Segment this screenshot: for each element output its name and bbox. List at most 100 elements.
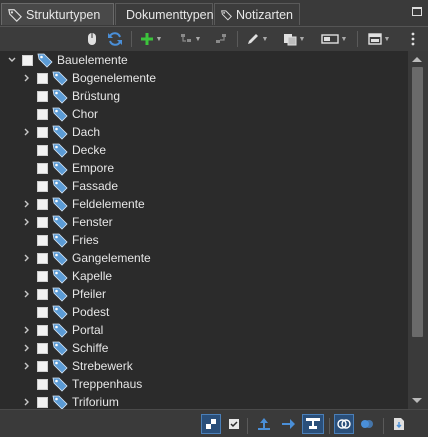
vertical-scrollbar[interactable]	[408, 51, 428, 409]
chevron-right-icon[interactable]	[21, 357, 33, 375]
checkbox[interactable]	[37, 216, 48, 228]
unlink-button[interactable]	[357, 414, 377, 434]
chevron-right-icon[interactable]	[21, 123, 33, 141]
toolbar-separator	[357, 31, 358, 47]
tree-item[interactable]: Treppenhaus	[21, 375, 142, 393]
tree-item-label: Schiffe	[72, 341, 109, 355]
tree-item[interactable]: Strebewerk	[21, 357, 133, 375]
tree-item-label: Fassade	[72, 179, 119, 193]
check-button[interactable]	[226, 414, 242, 434]
chevron-down-icon[interactable]	[6, 51, 18, 69]
chevron-right-icon[interactable]	[21, 339, 33, 357]
checkbox[interactable]	[37, 342, 48, 354]
tree-item-label: Portal	[72, 323, 104, 337]
sync-status-button[interactable]	[84, 29, 100, 49]
move-down-icon	[180, 34, 191, 42]
dropdown-arrow-icon: ▼	[261, 35, 269, 43]
checkbox[interactable]	[37, 306, 48, 318]
tree-item[interactable]: Brüstung	[21, 87, 120, 105]
tree-item[interactable]: Podest	[21, 303, 109, 321]
chevron-right-icon[interactable]	[21, 285, 33, 303]
chevron-right-icon[interactable]	[21, 249, 33, 267]
tag-icon	[52, 377, 68, 392]
checkbox[interactable]	[37, 108, 48, 120]
checkbox[interactable]	[37, 396, 48, 408]
hierarchy-button[interactable]	[302, 414, 324, 434]
filter-button[interactable]	[201, 414, 221, 434]
tree-root-item[interactable]: Bauelemente	[6, 51, 128, 69]
move-up-button[interactable]	[212, 29, 230, 49]
tree-item[interactable]: Feldelemente	[21, 195, 145, 213]
chevron-right-icon[interactable]	[21, 69, 33, 87]
tag-icon	[52, 251, 68, 266]
tree-item[interactable]: Pfeiler	[21, 285, 106, 303]
scrollbar-thumb[interactable]	[412, 67, 423, 337]
upload-icon	[258, 418, 270, 430]
checkbox[interactable]	[37, 72, 48, 84]
checkbox[interactable]	[37, 288, 48, 300]
move-down-button[interactable]: ▼	[177, 29, 203, 49]
checkbox[interactable]	[37, 198, 48, 210]
checkbox[interactable]	[37, 360, 48, 372]
tab-dokumenttypen[interactable]: Dokumenttypen	[115, 3, 214, 25]
scroll-down-icon[interactable]	[412, 398, 422, 403]
chevron-right-icon[interactable]	[21, 213, 33, 231]
tree-item-label: Fenster	[72, 215, 113, 229]
add-button[interactable]: ▼	[138, 29, 164, 49]
checkbox[interactable]	[37, 126, 48, 138]
tree-item[interactable]: Bogenelemente	[21, 69, 156, 87]
dock-window-button[interactable]: ▼	[366, 29, 392, 49]
tree-item[interactable]: Dach	[21, 123, 100, 141]
link-button[interactable]	[334, 414, 354, 434]
tag-icon	[52, 305, 68, 320]
view-mode-button[interactable]: ▼	[319, 29, 349, 49]
tree-item[interactable]: Empore	[21, 159, 114, 177]
more-menu-button[interactable]	[407, 29, 419, 49]
checkbox[interactable]	[37, 180, 48, 192]
chevron-right-icon[interactable]	[21, 321, 33, 339]
tree-item[interactable]: Decke	[21, 141, 106, 159]
tab-notizarten[interactable]: Notizarten	[214, 3, 300, 25]
checkbox[interactable]	[37, 162, 48, 174]
copy-button[interactable]: ▼	[281, 29, 307, 49]
tree-item[interactable]: Schiffe	[21, 339, 108, 357]
chevron-right-icon[interactable]	[21, 195, 33, 213]
checkbox[interactable]	[37, 324, 48, 336]
tag-icon	[8, 8, 22, 22]
maximize-icon[interactable]	[412, 7, 422, 16]
refresh-button[interactable]	[106, 29, 124, 49]
checkbox[interactable]	[37, 144, 48, 156]
dropdown-arrow-icon: ▼	[194, 35, 202, 43]
arrow-right-button[interactable]	[278, 414, 298, 434]
upload-button[interactable]	[253, 414, 275, 434]
tree-item[interactable]: Fries	[21, 231, 99, 249]
tree-item[interactable]: Gangelemente	[21, 249, 151, 267]
checkbox[interactable]	[37, 270, 48, 282]
tree-item[interactable]: Fassade	[21, 177, 118, 195]
dropdown-arrow-icon: ▼	[155, 35, 163, 43]
more-menu-icon	[411, 32, 415, 46]
checkbox[interactable]	[37, 378, 48, 390]
tag-icon	[52, 215, 68, 230]
checkbox-checked-icon	[229, 419, 239, 429]
export-button[interactable]	[389, 414, 409, 434]
edit-button[interactable]: ▼	[244, 29, 270, 49]
tree-item[interactable]: Chor	[21, 105, 98, 123]
checkbox[interactable]	[37, 234, 48, 246]
tree-item[interactable]: Portal	[21, 321, 103, 339]
checkbox[interactable]	[37, 252, 48, 264]
tree-item[interactable]: Kapelle	[21, 267, 112, 285]
tab-strukturtypen[interactable]: Strukturtypen	[1, 3, 114, 25]
tag-icon	[52, 359, 68, 374]
checkbox[interactable]	[22, 54, 33, 66]
scroll-up-icon[interactable]	[412, 57, 422, 62]
tag-icon	[52, 143, 68, 158]
tree-item-label: Pfeiler	[72, 287, 107, 301]
tab-label: Dokumenttypen	[126, 7, 214, 22]
tree-item[interactable]: Fenster	[21, 213, 113, 231]
toolbar-separator	[247, 418, 248, 434]
checkbox[interactable]	[37, 90, 48, 102]
